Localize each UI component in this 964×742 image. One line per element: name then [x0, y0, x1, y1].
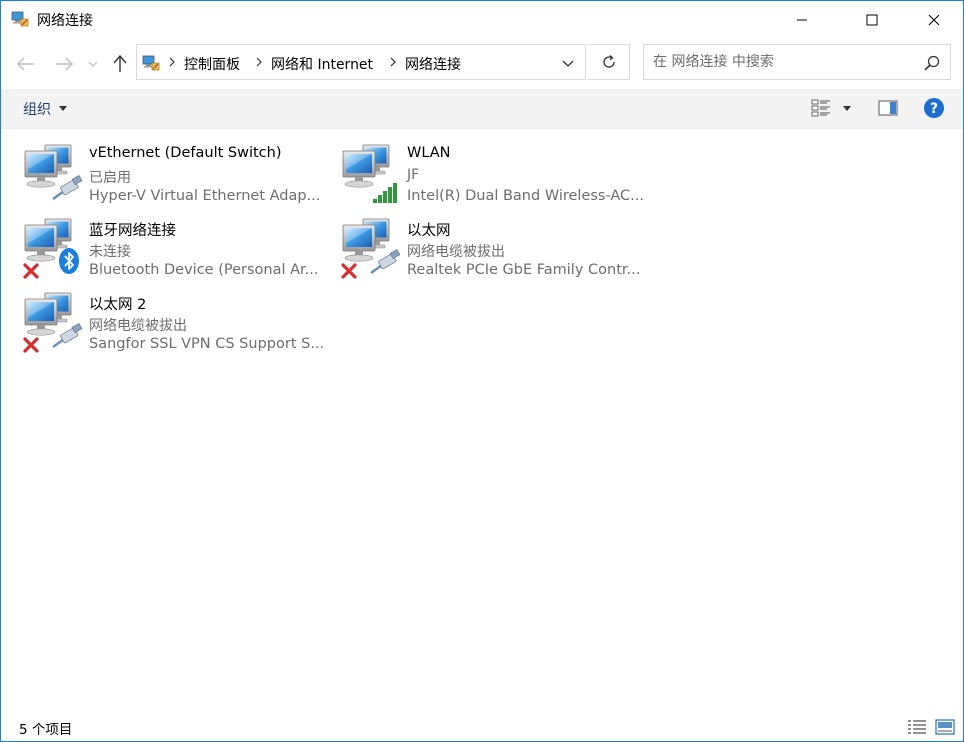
- preview-pane-button[interactable]: [877, 98, 899, 118]
- breadcrumb-network-internet[interactable]: 网络和 Internet: [271, 54, 373, 74]
- connection-item-ethernet-2[interactable]: 以太网 2 网络电缆被拔出 Sangfor SSL VPN CS Support…: [23, 289, 333, 359]
- connection-device: Bluetooth Device (Personal Ar...: [89, 262, 319, 278]
- large-icons-view-icon[interactable]: [935, 719, 955, 735]
- connection-name: 以太网 2: [89, 297, 147, 313]
- arrow-up-icon: [113, 55, 127, 72]
- chevron-right-icon: [390, 57, 396, 67]
- connection-name: 以太网: [407, 223, 451, 239]
- signal-bars-icon: [373, 183, 397, 203]
- network-adapter-icon: [342, 144, 397, 203]
- chevron-down-icon: [562, 60, 574, 67]
- command-bar: 组织 ?: [1, 89, 963, 129]
- network-adapter-icon: [24, 144, 83, 201]
- organize-menu-button[interactable]: 组织: [23, 99, 51, 119]
- window-title: 网络连接: [37, 13, 93, 29]
- search-box[interactable]: [643, 44, 951, 80]
- search-input[interactable]: [644, 45, 923, 79]
- explorer-window: 网络连接 控制面板 网络和 Internet 网络连接 在 网络连接 中搜索 组…: [0, 0, 964, 742]
- connection-status: 网络电缆被拔出: [407, 244, 505, 260]
- preview-pane-icon: [878, 100, 898, 116]
- connection-status: 网络电缆被拔出: [89, 318, 187, 334]
- connection-item-bluetooth[interactable]: 蓝牙网络连接 未连接 Bluetooth Device (Personal Ar…: [23, 215, 333, 285]
- back-button[interactable]: [14, 53, 38, 75]
- connections-list: vEthernet (Default Switch) 已启用 Hyper-V V…: [1, 129, 963, 709]
- item-count: 5 个项目: [19, 722, 73, 738]
- network-connections-icon: [11, 11, 29, 27]
- arrow-left-icon: [17, 57, 34, 71]
- connection-status: 未连接: [89, 244, 131, 260]
- breadcrumb-network-connections[interactable]: 网络连接: [405, 54, 461, 74]
- status-bar: 5 个项目: [1, 713, 963, 741]
- help-button[interactable]: ?: [922, 98, 946, 118]
- network-connections-icon: [142, 55, 160, 71]
- connection-item-ethernet[interactable]: 以太网 网络电缆被拔出 Realtek PCIe GbE Family Cont…: [341, 215, 651, 285]
- chevron-right-icon: [256, 57, 262, 67]
- view-details-icon: [811, 99, 830, 117]
- svg-text:?: ?: [930, 101, 938, 117]
- refresh-icon: [602, 55, 615, 68]
- cable-icon: [51, 322, 83, 349]
- bluetooth-icon: [59, 248, 79, 274]
- address-dropdown-button[interactable]: [557, 53, 579, 73]
- search-icon[interactable]: [922, 53, 942, 73]
- close-button[interactable]: [911, 1, 957, 39]
- view-options-dropdown[interactable]: [839, 98, 855, 118]
- title-bar[interactable]: 网络连接: [1, 1, 963, 39]
- details-view-icon[interactable]: [907, 719, 927, 735]
- disconnected-x-icon: [23, 337, 39, 353]
- minimize-icon: [797, 19, 807, 21]
- connection-name: 蓝牙网络连接: [89, 223, 176, 239]
- network-adapter-icon: [23, 292, 83, 353]
- recent-locations-button[interactable]: [83, 53, 103, 75]
- connection-device: Sangfor SSL VPN CS Support S...: [89, 336, 325, 352]
- refresh-button[interactable]: [588, 44, 630, 80]
- disconnected-x-icon: [341, 263, 357, 279]
- address-bar[interactable]: 控制面板 网络和 Internet 网络连接: [136, 44, 586, 80]
- disconnected-x-icon: [23, 263, 39, 279]
- minimize-button[interactable]: [779, 1, 825, 39]
- network-adapter-icon: [341, 218, 401, 279]
- cable-icon: [369, 248, 401, 275]
- connection-device: Realtek PCIe GbE Family Contr...: [407, 262, 641, 278]
- cable-icon: [51, 174, 83, 201]
- connection-device: Hyper-V Virtual Ethernet Adap...: [89, 188, 321, 204]
- forward-button[interactable]: [52, 53, 76, 75]
- navigation-bar: 控制面板 网络和 Internet 网络连接: [1, 39, 963, 89]
- maximize-button[interactable]: [849, 1, 895, 39]
- caret-down-icon: [843, 105, 851, 111]
- connection-item-vethernet[interactable]: vEthernet (Default Switch) 已启用 Hyper-V V…: [23, 141, 333, 211]
- maximize-icon: [866, 14, 878, 26]
- connection-status: JF: [407, 167, 420, 183]
- change-view-button[interactable]: [809, 98, 833, 118]
- connection-device: Intel(R) Dual Band Wireless-AC...: [407, 188, 645, 204]
- connection-name: WLAN: [407, 145, 451, 161]
- caret-down-icon: [59, 106, 67, 111]
- arrow-right-icon: [56, 57, 73, 71]
- up-button[interactable]: [108, 53, 132, 75]
- close-icon: [928, 14, 940, 26]
- network-adapter-icon: [23, 218, 79, 279]
- chevron-down-icon: [88, 61, 98, 67]
- chevron-right-icon: [169, 57, 175, 67]
- breadcrumb-control-panel[interactable]: 控制面板: [184, 54, 240, 74]
- connection-name: vEthernet (Default Switch): [89, 145, 282, 161]
- connection-status: 已启用: [89, 170, 131, 186]
- help-icon: ?: [924, 98, 944, 118]
- connection-item-wlan[interactable]: WLAN JF Intel(R) Dual Band Wireless-AC..…: [341, 141, 651, 211]
